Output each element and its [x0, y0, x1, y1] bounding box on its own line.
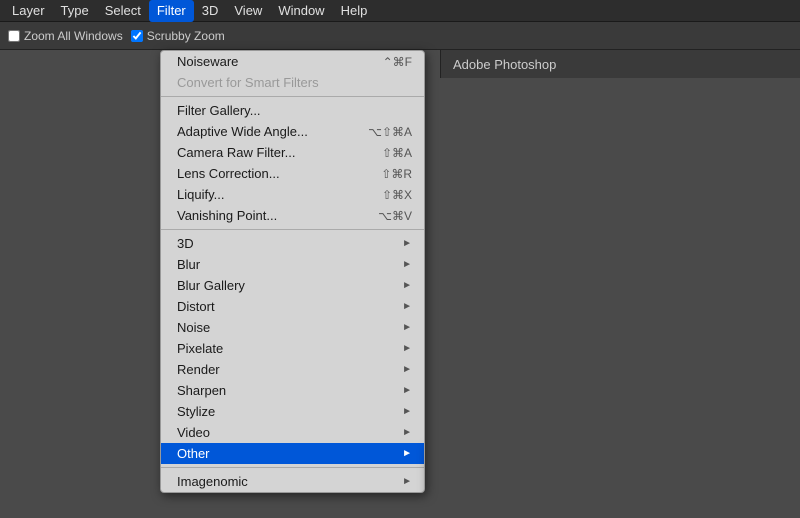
menu-select[interactable]: Select [97, 0, 149, 22]
menu-item-pixelate[interactable]: Pixelate ► [161, 338, 424, 359]
menu-item-stylize[interactable]: Stylize ► [161, 401, 424, 422]
menu-view[interactable]: View [226, 0, 270, 22]
menu-item-lens-correction[interactable]: Lens Correction... ⇧⌘R [161, 163, 424, 184]
filter-menu-container: Noiseware ⌃⌘F Convert for Smart Filters … [160, 50, 425, 493]
menu-window[interactable]: Window [270, 0, 332, 22]
menu-item-imagenomic[interactable]: Imagenomic ► [161, 471, 424, 492]
menu-item-blur-gallery[interactable]: Blur Gallery ► [161, 275, 424, 296]
menu-item-distort[interactable]: Distort ► [161, 296, 424, 317]
zoom-all-windows-label[interactable]: Zoom All Windows [8, 29, 123, 43]
scrubby-zoom-label[interactable]: Scrubby Zoom [131, 29, 225, 43]
menu-filter[interactable]: Filter [149, 0, 194, 22]
filter-dropdown: Noiseware ⌃⌘F Convert for Smart Filters … [160, 50, 425, 493]
main-content: Adobe Photoshop Noiseware ⌃⌘F Convert fo… [0, 50, 800, 518]
menu-item-3d[interactable]: 3D ► [161, 233, 424, 254]
menu-item-render[interactable]: Render ► [161, 359, 424, 380]
menu-type[interactable]: Type [53, 0, 97, 22]
menu-item-liquify[interactable]: Liquify... ⇧⌘X [161, 184, 424, 205]
menu-item-blur[interactable]: Blur ► [161, 254, 424, 275]
separator-1 [161, 96, 424, 97]
zoom-all-windows-checkbox[interactable] [8, 30, 20, 42]
menu-item-camera-raw[interactable]: Camera Raw Filter... ⇧⌘A [161, 142, 424, 163]
options-bar: Zoom All Windows Scrubby Zoom [0, 22, 800, 50]
scrubby-zoom-checkbox[interactable] [131, 30, 143, 42]
menu-item-noiseware[interactable]: Noiseware ⌃⌘F [161, 51, 424, 72]
panel-title: Adobe Photoshop [440, 50, 800, 78]
menu-item-vanishing-point[interactable]: Vanishing Point... ⌥⌘V [161, 205, 424, 226]
menu-item-filter-gallery[interactable]: Filter Gallery... [161, 100, 424, 121]
menu-help[interactable]: Help [333, 0, 376, 22]
separator-3 [161, 467, 424, 468]
menu-item-convert-smart[interactable]: Convert for Smart Filters [161, 72, 424, 93]
menu-item-video[interactable]: Video ► [161, 422, 424, 443]
other-submenu-wrapper: Other ► Custom... High Pass... HSB/HSL [161, 443, 424, 464]
menu-item-adaptive-wide[interactable]: Adaptive Wide Angle... ⌥⇧⌘A [161, 121, 424, 142]
menu-item-other[interactable]: Other ► [161, 443, 424, 464]
menu-item-noise[interactable]: Noise ► [161, 317, 424, 338]
menubar: Layer Type Select Filter 3D View Window … [0, 0, 800, 22]
menu-layer[interactable]: Layer [4, 0, 53, 22]
menu-3d[interactable]: 3D [194, 0, 227, 22]
menu-item-sharpen[interactable]: Sharpen ► [161, 380, 424, 401]
separator-2 [161, 229, 424, 230]
